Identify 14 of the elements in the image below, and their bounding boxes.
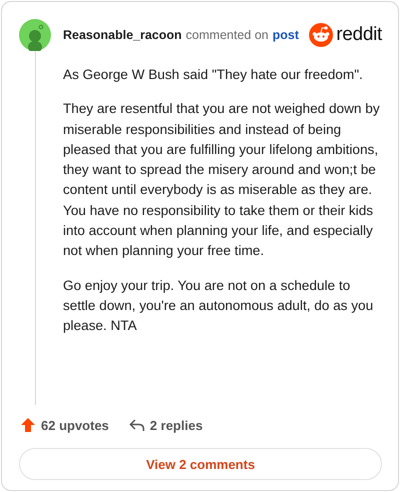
upvote-icon[interactable]: [20, 417, 36, 433]
comment-paragraph: They are resentful that you are not weighed down by miserable responsibilities and instead of being pleased that you are fulfilling your lifelong ambitions, they want to spread the misery around and won;t be content until everybody is as miserable as they are. You have no responsibility to take them or their kids into account when planning your life, and especially not when planning your free time.: [63, 100, 381, 260]
avatar-icon: [19, 19, 51, 51]
upvote-count: 62 upvotes: [41, 418, 109, 432]
reply-count: 2 replies: [150, 418, 203, 432]
view-comments-button[interactable]: View 2 comments: [19, 448, 382, 480]
reply-icon[interactable]: [128, 418, 145, 432]
logo-icon: [309, 23, 334, 47]
action-text: commented on: [186, 28, 268, 42]
comment-paragraph: As George W Bush said "They hate our freedom".: [63, 66, 364, 84]
brand-name: reddit: [336, 24, 382, 46]
post-link[interactable]: post: [272, 28, 299, 42]
comment-paragraph: Go enjoy your trip. You are not on a schedule to settle down, you're an autonomous adult, do as you please. NTA: [63, 276, 374, 336]
author-name: Reasonable_racoon: [63, 28, 182, 42]
